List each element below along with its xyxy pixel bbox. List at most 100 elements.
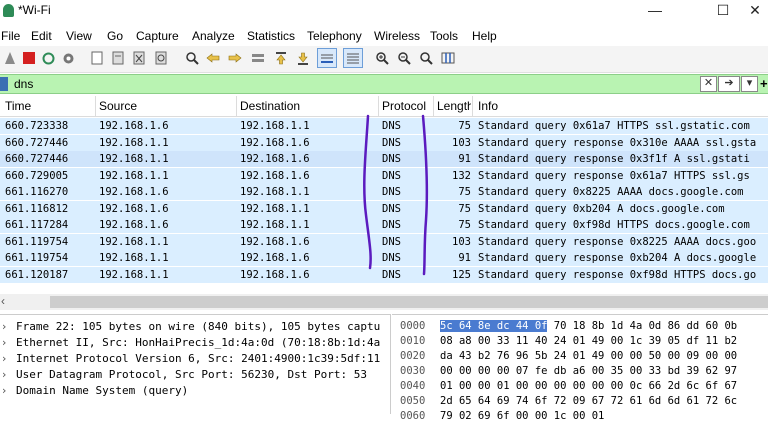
find-icon[interactable] xyxy=(184,50,200,66)
packet-row[interactable]: 661.119754 192.168.1.1 192.168.1.6 DNS 103 St… xyxy=(0,234,768,250)
menu-capture[interactable]: Capture xyxy=(136,29,179,43)
column-divider[interactable] xyxy=(472,96,473,116)
last-packet-icon[interactable] xyxy=(295,50,311,66)
normal-size-icon[interactable] xyxy=(418,50,434,66)
scroll-left-chevron-icon[interactable]: ‹ xyxy=(1,294,5,308)
packet-list-horizontal-scrollbar[interactable]: ‹ xyxy=(0,294,768,310)
menu-go[interactable]: Go xyxy=(107,29,123,43)
packet-row[interactable]: 661.116812 192.168.1.6 192.168.1.1 DNS 75 Sta… xyxy=(0,201,768,217)
resize-columns-icon[interactable] xyxy=(440,50,456,66)
packet-row[interactable]: 661.119754 192.168.1.1 192.168.1.6 DNS 91 Sta… xyxy=(0,250,768,266)
close-button[interactable]: ✕ xyxy=(742,0,768,22)
column-time[interactable]: Time xyxy=(5,99,31,113)
column-length[interactable]: Length xyxy=(437,99,471,113)
wireshark-logo-icon xyxy=(3,4,14,17)
details-tree-item[interactable]: › User Datagram Protocol, Src Port: 56230… xyxy=(0,367,388,383)
menu-edit[interactable]: Edit xyxy=(31,29,52,43)
colorize-icon[interactable] xyxy=(343,48,363,68)
packet-protocol: DNS xyxy=(382,120,401,132)
column-protocol[interactable]: Protocol xyxy=(382,99,426,113)
packet-row[interactable]: 660.723338 192.168.1.6 192.168.1.1 DNS 75 Sta… xyxy=(0,118,768,134)
packet-row[interactable]: 660.729005 192.168.1.1 192.168.1.6 DNS 132 St… xyxy=(0,168,768,184)
packet-bytes-pane: 0000 5c 64 8e dc 44 0f 70 18 8b 1d 4a 0d … xyxy=(392,314,768,422)
recent-filters-chevron-down-icon[interactable]: ▾ xyxy=(741,76,758,92)
apply-filter-icon[interactable]: ➔ xyxy=(718,76,740,92)
chevron-right-icon[interactable]: › xyxy=(2,351,6,367)
autoscroll-icon[interactable] xyxy=(317,48,337,68)
packet-info: Standard query 0xb204 A docs.google.com xyxy=(478,203,725,215)
menu-wireless[interactable]: Wireless xyxy=(374,29,420,43)
menu-file[interactable]: File xyxy=(1,29,20,43)
main-toolbar xyxy=(0,46,768,73)
packet-protocol: DNS xyxy=(382,203,401,215)
add-filter-button-icon[interactable]: + xyxy=(760,76,768,91)
packet-length: 91 xyxy=(458,153,471,165)
zoom-in-icon[interactable] xyxy=(374,50,390,66)
packet-row[interactable]: 661.120187 192.168.1.1 192.168.1.6 DNS 125 St… xyxy=(0,267,768,283)
close-file-icon[interactable] xyxy=(131,50,147,66)
menu-telephony[interactable]: Telephony xyxy=(307,29,362,43)
packet-protocol: DNS xyxy=(382,170,401,182)
packet-source: 192.168.1.1 xyxy=(99,269,169,281)
open-file-icon[interactable] xyxy=(89,50,105,66)
packet-time: 660.727446 xyxy=(5,153,69,165)
column-divider[interactable] xyxy=(378,96,379,116)
packet-destination: 192.168.1.6 xyxy=(240,252,310,264)
packet-destination: 192.168.1.6 xyxy=(240,170,310,182)
menu-help[interactable]: Help xyxy=(472,29,497,43)
packet-row[interactable]: 661.117284 192.168.1.6 192.168.1.1 DNS 75 Sta… xyxy=(0,217,768,233)
zoom-out-icon[interactable] xyxy=(396,50,412,66)
display-filter-bar[interactable]: dns ✕ ➔ ▾ + xyxy=(0,74,768,94)
shark-fin-start-icon[interactable] xyxy=(2,50,18,66)
chevron-right-icon[interactable]: › xyxy=(2,319,6,335)
chevron-right-icon[interactable]: › xyxy=(2,367,6,383)
filter-bookmark-icon[interactable] xyxy=(0,77,8,91)
scrollbar-thumb[interactable] xyxy=(50,296,768,308)
packet-info: Standard query 0xf98d HTTPS docs.google.… xyxy=(478,219,750,231)
packet-source: 192.168.1.1 xyxy=(99,170,169,182)
packet-source: 192.168.1.1 xyxy=(99,137,169,149)
stop-icon[interactable] xyxy=(21,50,37,66)
window-title: *Wi-Fi xyxy=(18,3,51,17)
menu-statistics[interactable]: Statistics xyxy=(247,29,295,43)
details-tree-item[interactable]: › Domain Name System (query) xyxy=(0,383,388,399)
minimize-button[interactable]: — xyxy=(632,0,678,22)
packet-list-header: Time Source Destination Protocol Length … xyxy=(0,96,768,117)
column-destination[interactable]: Destination xyxy=(240,99,300,113)
column-info[interactable]: Info xyxy=(478,99,498,113)
packet-time: 660.723338 xyxy=(5,120,69,132)
forward-arrow-icon[interactable] xyxy=(227,50,243,66)
packet-row-selected[interactable]: 660.727446 192.168.1.1 192.168.1.6 DNS 91 Sta… xyxy=(0,151,768,167)
back-arrow-icon[interactable] xyxy=(205,50,221,66)
details-tree-item[interactable]: › Internet Protocol Version 6, Src: 2401:… xyxy=(0,351,388,367)
packet-protocol: DNS xyxy=(382,153,401,165)
menu-analyze[interactable]: Analyze xyxy=(192,29,235,43)
clear-filter-icon[interactable]: ✕ xyxy=(700,76,717,92)
column-source[interactable]: Source xyxy=(99,99,137,113)
menu-view[interactable]: View xyxy=(66,29,92,43)
first-packet-icon[interactable] xyxy=(273,50,289,66)
column-divider[interactable] xyxy=(236,96,237,116)
reload-icon[interactable] xyxy=(153,50,169,66)
details-tree-item[interactable]: › Ethernet II, Src: HonHaiPrecis_1d:4a:0d… xyxy=(0,335,388,351)
display-filter-input[interactable]: dns xyxy=(14,77,33,91)
packet-destination: 192.168.1.6 xyxy=(240,153,310,165)
packet-source: 192.168.1.1 xyxy=(99,236,169,248)
packet-destination: 192.168.1.6 xyxy=(240,137,310,149)
packet-protocol: DNS xyxy=(382,219,401,231)
packet-row[interactable]: 660.727446 192.168.1.1 192.168.1.6 DNS 103 St… xyxy=(0,135,768,151)
chevron-right-icon[interactable]: › xyxy=(2,335,6,351)
column-divider[interactable] xyxy=(433,96,434,116)
details-tree-item[interactable]: › Frame 22: 105 bytes on wire (840 bits),… xyxy=(0,319,388,335)
restart-icon[interactable] xyxy=(40,50,56,66)
column-divider[interactable] xyxy=(95,96,96,116)
title-bar: *Wi-Fi — ☐ ✕ xyxy=(0,0,768,22)
menu-tools[interactable]: Tools xyxy=(430,29,458,43)
go-to-packet-icon[interactable] xyxy=(250,50,266,66)
save-file-icon[interactable] xyxy=(110,50,126,66)
chevron-right-icon[interactable]: › xyxy=(2,383,6,399)
menu-bar: File Edit View Go Capture Analyze Statis… xyxy=(0,26,768,46)
options-gear-icon[interactable] xyxy=(60,50,76,66)
packet-row[interactable]: 661.116270 192.168.1.6 192.168.1.1 DNS 75 Sta… xyxy=(0,184,768,200)
maximize-button[interactable]: ☐ xyxy=(700,0,746,22)
